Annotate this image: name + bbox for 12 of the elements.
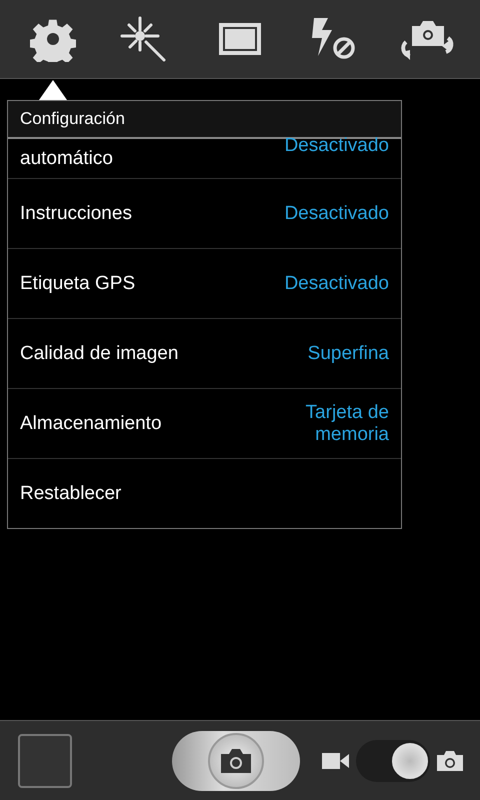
settings-item[interactable]: Restablecer <box>8 459 401 528</box>
gallery-thumbnail[interactable] <box>18 734 72 788</box>
video-camera-icon <box>322 752 350 770</box>
settings-item[interactable]: Instrucciones Desactivado <box>8 179 401 249</box>
frame-icon <box>216 21 263 57</box>
settings-item[interactable]: Etiqueta GPS Desactivado <box>8 249 401 319</box>
settings-item[interactable]: automático Desactivado <box>8 139 401 179</box>
settings-item[interactable]: Calidad de imagen Superfina <box>8 319 401 389</box>
settings-item[interactable]: Almacenamiento Tarjeta de memoria <box>8 389 401 459</box>
camera-icon <box>219 748 253 774</box>
mode-switch[interactable] <box>356 740 430 782</box>
camera-icon <box>436 750 464 772</box>
